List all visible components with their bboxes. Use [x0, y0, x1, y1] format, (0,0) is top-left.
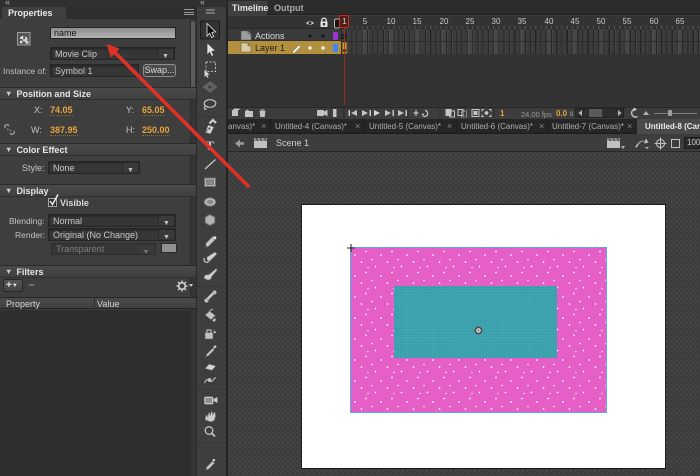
svg-text:T: T: [206, 138, 215, 153]
